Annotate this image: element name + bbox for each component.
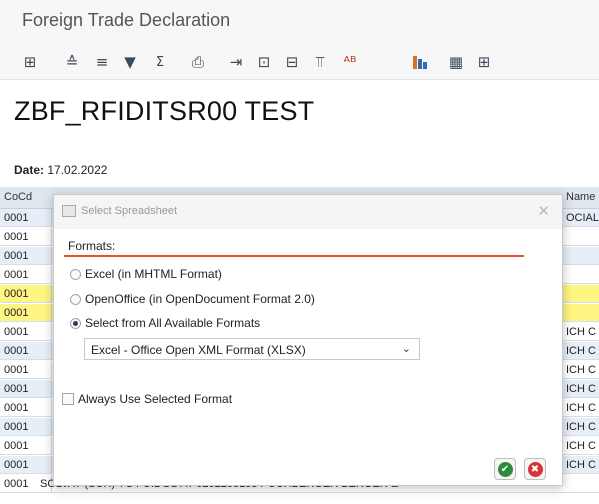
- radio-button[interactable]: [70, 317, 81, 329]
- radio-button[interactable]: [70, 293, 81, 305]
- date-value: 17.02.2022: [47, 163, 108, 177]
- local-file-icon[interactable]: ⊡: [254, 52, 274, 72]
- cell-name: ICH C: [566, 383, 596, 395]
- cell-name: ICH C: [566, 326, 596, 338]
- cell-name: ICH C: [566, 402, 596, 414]
- export-icon[interactable]: ⇥: [226, 52, 246, 72]
- spreadsheet-icon: [62, 205, 76, 217]
- report-date: Date: 17.02.2022: [14, 163, 107, 177]
- title-bar: Foreign Trade Declaration: [0, 0, 599, 46]
- dialog-title: Select Spreadsheet: [81, 205, 178, 217]
- formats-label: Formats:: [68, 239, 116, 253]
- cell-cocd: 0001: [4, 288, 29, 300]
- close-icon[interactable]: ✕: [537, 202, 550, 220]
- always-use-checkbox[interactable]: [62, 393, 74, 405]
- sort-descending-icon[interactable]: ≡: [92, 52, 112, 72]
- radio-label: OpenOffice (in OpenDocument Format 2.0): [85, 292, 315, 306]
- filter-icon[interactable]: ▼: [120, 52, 140, 72]
- always-use-checkbox-row[interactable]: Always Use Selected Format: [62, 391, 232, 407]
- print-icon[interactable]: ⎙: [188, 52, 208, 72]
- column-header-name[interactable]: Name: [566, 191, 595, 203]
- cell-cocd: 0001: [4, 307, 29, 319]
- cell-cocd: 0001: [4, 440, 29, 452]
- cell-cocd: 0001: [4, 326, 29, 338]
- radio-all-formats[interactable]: Select from All Available Formats: [70, 315, 260, 331]
- chevron-down-icon[interactable]: ⌄: [402, 342, 411, 355]
- select-spreadsheet-dialog: Select Spreadsheet ✕ Formats: Excel (in …: [53, 194, 563, 486]
- grid-icon[interactable]: ▦: [446, 52, 466, 72]
- variant-icon[interactable]: ⊞: [474, 52, 494, 72]
- cell-cocd: 0001: [4, 421, 29, 433]
- chart-icon[interactable]: [410, 52, 430, 72]
- cell-cocd: 0001: [4, 212, 29, 224]
- checkmark-icon: ✔: [497, 461, 513, 477]
- toolbar: ⊞ ≙ ≡ ▼ Σ ⎙ ⇥ ⊡ ⊟ ⫪ ᴬᴮ ▦ ⊞: [0, 46, 599, 80]
- report-title: ZBF_RFIDITSR00 TEST: [14, 96, 315, 126]
- sum-icon[interactable]: Σ: [150, 52, 170, 72]
- format-select[interactable]: Excel - Office Open XML Format (XLSX) ⌄: [84, 338, 420, 360]
- cell-name: ICH C: [566, 440, 596, 452]
- window-title: Foreign Trade Declaration: [22, 10, 231, 30]
- cell-cocd: 0001: [4, 250, 29, 262]
- cell-name: ICH C: [566, 364, 596, 376]
- radio-excel-mhtml[interactable]: Excel (in MHTML Format): [70, 266, 222, 282]
- cell-name: ICH C: [566, 459, 596, 471]
- formats-divider: [64, 255, 524, 257]
- cell-cocd: 0001: [4, 345, 29, 357]
- cell-cocd: 0001: [4, 402, 29, 414]
- format-select-value: Excel - Office Open XML Format (XLSX): [91, 343, 306, 357]
- spreadsheet-icon[interactable]: ⊟: [282, 52, 302, 72]
- layout-icon[interactable]: ⫪: [310, 52, 330, 72]
- cancel-button[interactable]: ✖: [524, 458, 546, 480]
- cell-cocd: 0001: [4, 478, 29, 490]
- cancel-icon: ✖: [527, 461, 543, 477]
- cell-cocd: 0001: [4, 269, 29, 281]
- ok-button[interactable]: ✔: [494, 458, 516, 480]
- cell-name: ICH C: [566, 345, 596, 357]
- radio-label: Excel (in MHTML Format): [85, 267, 222, 281]
- sort-ascending-icon[interactable]: ≙: [62, 52, 82, 72]
- cell-cocd: 0001: [4, 459, 29, 471]
- cell-name: ICH C: [566, 421, 596, 433]
- radio-button[interactable]: [70, 268, 81, 280]
- details-icon[interactable]: ⊞: [20, 52, 40, 72]
- cell-cocd: 0001: [4, 364, 29, 376]
- cell-cocd: 0001: [4, 383, 29, 395]
- cell-cocd: 0001: [4, 231, 29, 243]
- date-label: Date:: [14, 163, 45, 177]
- column-header-cocd[interactable]: CoCd: [4, 191, 32, 203]
- abc-icon[interactable]: ᴬᴮ: [340, 52, 360, 72]
- dialog-header: Select Spreadsheet ✕: [54, 195, 562, 229]
- radio-label: Select from All Available Formats: [85, 316, 261, 330]
- cell-name: OCIAL: [566, 212, 599, 224]
- always-use-label: Always Use Selected Format: [78, 392, 233, 406]
- radio-openoffice[interactable]: OpenOffice (in OpenDocument Format 2.0): [70, 291, 315, 307]
